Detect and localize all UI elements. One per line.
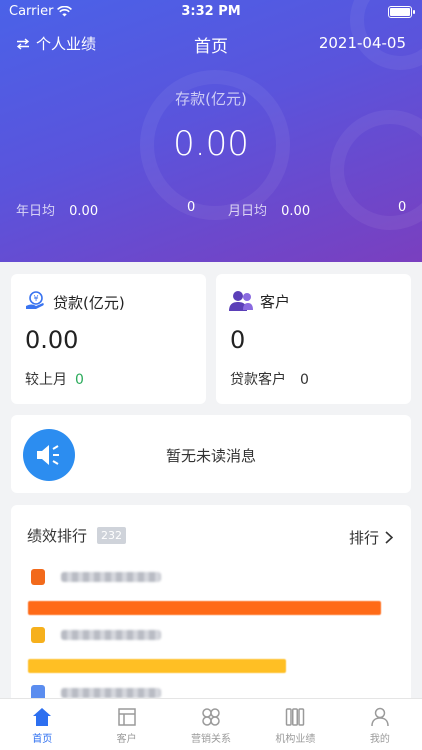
rank-medal-icon xyxy=(31,627,45,643)
page-title: 首页 xyxy=(194,37,228,57)
customers-icon xyxy=(229,291,253,311)
chevron-right-icon xyxy=(385,531,393,544)
customer-title: 客户 xyxy=(260,292,291,311)
battery-icon xyxy=(388,6,415,18)
org-performance-icon xyxy=(286,708,305,726)
month-average-count: 0 xyxy=(398,200,407,215)
loan-title: 贷款(亿元) xyxy=(53,293,125,312)
hero-banner: Carrier 3:32 PM 个人业绩 首页 2021-04-05 存款(亿元… xyxy=(0,0,422,262)
year-average-label: 年日均 xyxy=(16,204,56,219)
loan-customers: 贷款客户 0 xyxy=(230,369,309,389)
marketing-icon xyxy=(202,708,220,726)
loan-customers-value: 0 xyxy=(300,372,309,388)
date-picker[interactable]: 2021-04-05 xyxy=(319,34,406,52)
profile-icon xyxy=(371,707,389,727)
month-average: 月日均 0.00 xyxy=(228,200,310,219)
switch-view-label: 个人业绩 xyxy=(36,35,97,53)
month-average-value: 0.00 xyxy=(281,204,311,219)
loan-value: 0.00 xyxy=(25,326,79,354)
loan-customers-label: 贷款客户 xyxy=(230,372,286,388)
tab-marketing[interactable]: 营销关系 xyxy=(169,699,253,750)
status-bar: Carrier 3:32 PM xyxy=(0,0,422,24)
rank-name-obscured xyxy=(61,688,161,698)
tab-label: 机构业绩 xyxy=(275,734,316,745)
ranking-title: 绩效排行 xyxy=(27,527,88,545)
tab-label: 首页 xyxy=(32,734,53,745)
tab-label: 客户 xyxy=(116,734,137,745)
ranking-more-button[interactable]: 排行 xyxy=(349,527,393,548)
tab-profile[interactable]: 我的 xyxy=(338,699,422,750)
message-card[interactable]: 暂无未读消息 xyxy=(11,415,411,493)
swap-icon xyxy=(16,37,30,50)
loan-compare-label: 较上月 xyxy=(25,372,67,388)
rank-medal-icon xyxy=(31,569,45,585)
year-average-value: 0.00 xyxy=(69,204,99,219)
ranking-header: 绩效排行 232 xyxy=(27,525,127,546)
loan-icon: ¥ xyxy=(26,291,44,309)
customer-icon xyxy=(117,708,136,726)
rank-bar xyxy=(28,601,381,615)
tab-label: 我的 xyxy=(369,734,390,745)
nav-bar: 个人业绩 首页 2021-04-05 xyxy=(0,30,422,58)
customer-card[interactable]: 客户 0 贷款客户 0 xyxy=(216,274,411,404)
rank-name-obscured xyxy=(61,572,161,582)
tab-org-performance[interactable]: 机构业绩 xyxy=(253,699,337,750)
year-average: 年日均 0.00 xyxy=(16,200,98,219)
month-average-label: 月日均 xyxy=(228,204,268,219)
home-icon xyxy=(33,708,52,726)
customer-value: 0 xyxy=(230,326,246,354)
ranking-more-label: 排行 xyxy=(348,529,379,547)
year-average-count: 0 xyxy=(187,200,196,215)
ranking-card: 绩效排行 232 排行 xyxy=(11,505,411,731)
tab-bar: 首页 客户 营销关系 机构业绩 我的 xyxy=(0,698,422,750)
ranking-badge: 232 xyxy=(97,527,127,544)
tab-customers[interactable]: 客户 xyxy=(84,699,168,750)
tab-home[interactable]: 首页 xyxy=(0,699,84,750)
svg-text:¥: ¥ xyxy=(33,294,38,303)
loan-card[interactable]: ¥ 贷款(亿元) 0.00 较上月 0 xyxy=(11,274,206,404)
message-text: 暂无未读消息 xyxy=(165,447,256,465)
switch-view-button[interactable]: 个人业绩 xyxy=(16,33,96,54)
tab-label: 营销关系 xyxy=(191,734,232,745)
loan-compare: 较上月 0 xyxy=(25,369,84,389)
rank-bar xyxy=(28,659,286,673)
loan-compare-value: 0 xyxy=(75,372,84,388)
deposit-label: 存款(亿元) xyxy=(175,90,247,108)
clock: 3:32 PM xyxy=(181,4,241,19)
deposit-value: 0.00 xyxy=(173,124,249,164)
rank-name-obscured xyxy=(61,630,161,640)
